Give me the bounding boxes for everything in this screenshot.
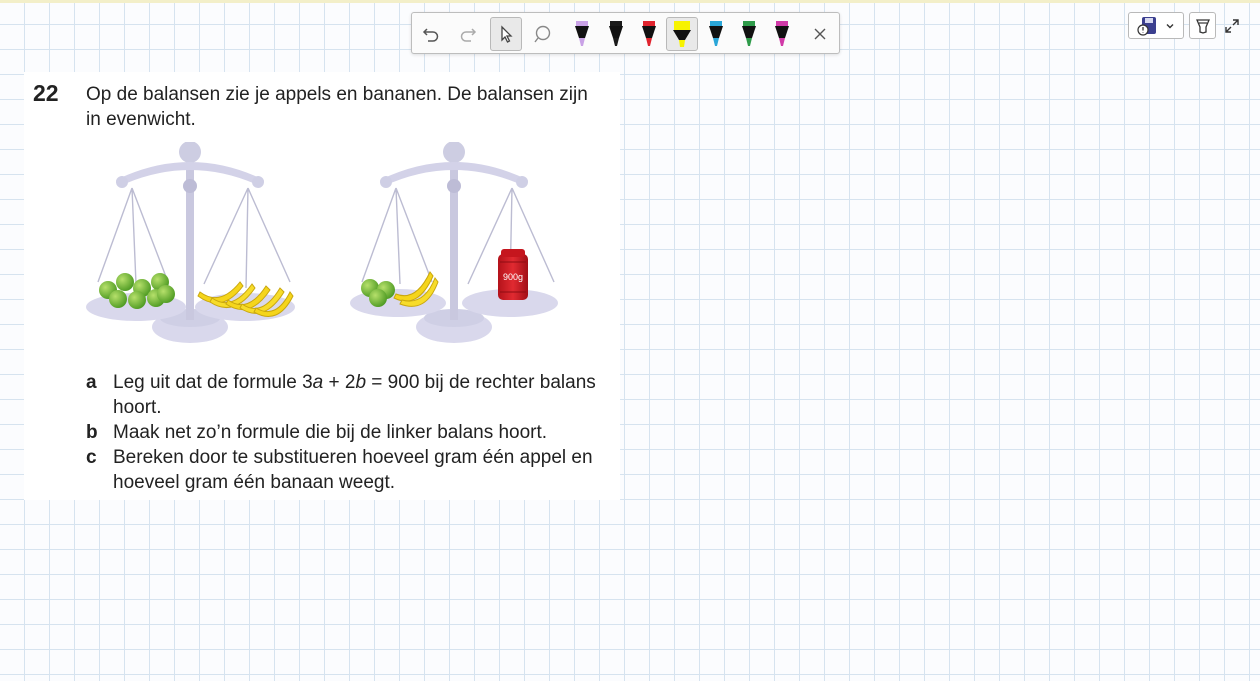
marker-green-button[interactable] <box>733 17 765 51</box>
marker-green-icon <box>742 21 756 46</box>
marker-black-icon <box>609 21 623 46</box>
storage-dropdown[interactable] <box>1128 12 1184 39</box>
marker-red-button[interactable] <box>633 17 665 51</box>
lasso-tool-button[interactable] <box>527 17 559 51</box>
marker-magenta-button[interactable] <box>766 17 798 51</box>
top-progress-strip <box>0 0 1260 3</box>
marker-icon <box>1195 18 1210 34</box>
question-c-letter: c <box>86 447 97 468</box>
balance-scales-figure: 900g <box>86 142 558 343</box>
chevron-down-icon <box>1166 23 1174 28</box>
pointer-icon <box>501 25 513 43</box>
exercise-intro: Op de balansen zie je appels en bananen.… <box>86 84 588 130</box>
exercise-number: 22 <box>33 80 59 106</box>
marker-lilac-icon <box>575 21 589 46</box>
marker-menu-button[interactable] <box>1189 12 1216 39</box>
left-balance-scale <box>86 142 295 343</box>
save-status-icon <box>1137 16 1156 36</box>
weight-900g: 900g <box>498 249 528 300</box>
highlighter-yellow-icon <box>673 21 691 47</box>
question-b-text: Maak net zo’n formule die bij de linker … <box>113 422 548 443</box>
expand-icon <box>1225 19 1239 33</box>
undo-icon <box>422 28 439 42</box>
right-balance-scale: 900g <box>350 142 558 343</box>
marker-magenta-icon <box>775 21 789 46</box>
marker-lilac-button[interactable] <box>566 17 598 51</box>
drawing-toolbar <box>411 12 840 54</box>
marker-black-button[interactable] <box>600 17 632 51</box>
redo-icon <box>460 28 477 42</box>
highlighter-yellow-button[interactable] <box>666 17 698 51</box>
fullscreen-button[interactable] <box>1222 16 1242 36</box>
exercise-card: 22 Op de balansen zie je appels en banan… <box>24 72 620 500</box>
marker-red-icon <box>642 21 656 46</box>
question-a-text: Leg uit dat de formule 3a + 2b = 900 bij… <box>113 372 596 418</box>
lasso-icon <box>534 25 551 43</box>
question-a-letter: a <box>86 372 97 393</box>
marker-blue-button[interactable] <box>700 17 732 51</box>
question-b-letter: b <box>86 422 98 443</box>
weight-label: 900g <box>503 272 523 282</box>
close-icon <box>814 28 826 40</box>
marker-blue-icon <box>709 21 723 46</box>
redo-button[interactable] <box>452 17 484 51</box>
undo-button[interactable] <box>415 17 447 51</box>
close-toolbar-button[interactable] <box>804 17 836 51</box>
pointer-tool-button[interactable] <box>490 17 522 51</box>
question-c-text: Bereken door te substitueren hoeveel gra… <box>113 447 593 493</box>
